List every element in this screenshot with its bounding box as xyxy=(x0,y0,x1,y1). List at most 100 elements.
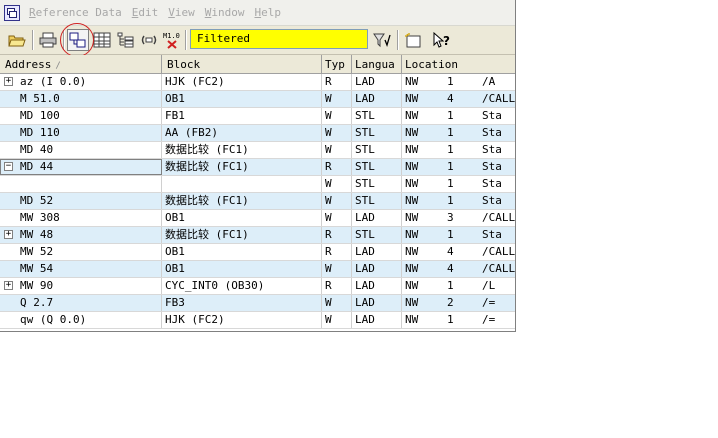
cell-location-network: NW xyxy=(405,109,419,122)
table-row[interactable]: MW 52 OB1 R LAD NW 4/CALL xyxy=(0,244,515,261)
table-row[interactable]: MD 40 数据比较 (FC1) W STL NW 1 Sta xyxy=(0,142,515,159)
cross-reference-table: Address / Block Typ Langua Location az (I… xyxy=(0,55,515,329)
cell-location-network: NW xyxy=(405,313,419,326)
print-button[interactable] xyxy=(37,29,59,51)
cell-typ: W xyxy=(322,91,352,107)
cell-block: OB1 xyxy=(162,91,322,107)
cell-location-detail: /= xyxy=(482,313,496,326)
menu-window[interactable]: Window xyxy=(200,6,250,19)
table-row[interactable]: qw (Q 0.0) HJK (FC2) W LAD NW 1 /= xyxy=(0,312,515,329)
cell-typ: W xyxy=(322,295,352,311)
open-folder-icon xyxy=(8,35,26,47)
help-icon: ? xyxy=(433,32,450,48)
menu-rest: iew xyxy=(174,6,195,19)
cell-location-number: 4 xyxy=(447,92,454,105)
new-window-button[interactable] xyxy=(402,29,424,51)
cell-language: STL xyxy=(352,159,402,175)
cell-location-detail: Sta xyxy=(482,126,502,139)
cell-typ: W xyxy=(322,312,352,328)
cell-address: MW 308 xyxy=(0,210,162,226)
collapse-icon[interactable]: − xyxy=(4,162,13,171)
no-symbol-button[interactable]: M1.0 xyxy=(161,29,183,51)
grid-icon xyxy=(93,32,111,48)
cell-language: STL xyxy=(352,142,402,158)
cell-location-detail: /L xyxy=(482,279,496,292)
table-row[interactable]: MW 54 OB1 W LAD NW 4/CALL xyxy=(0,261,515,278)
app-icon[interactable] xyxy=(4,4,20,21)
cell-language: LAD xyxy=(352,210,402,226)
svg-text:?: ? xyxy=(443,34,450,48)
cell-block: OB1 xyxy=(162,261,322,277)
cell-location-network: NW xyxy=(405,245,419,258)
table-row[interactable]: MW 90 CYC_INT0 (OB30) R LAD NW 1/L + xyxy=(0,278,515,295)
column-header-typ[interactable]: Typ xyxy=(322,55,352,73)
expand-icon[interactable]: + xyxy=(4,281,13,290)
cell-address: az (I 0.0) xyxy=(0,74,162,90)
cell-address: MW 48 xyxy=(0,227,162,243)
cross-reference-icon xyxy=(69,32,86,48)
cell-typ: R xyxy=(322,159,352,175)
cell-block: OB1 xyxy=(162,210,322,226)
table-row[interactable]: MD 100 FB1 W STL NW 1 Sta xyxy=(0,108,515,125)
expand-icon[interactable]: + xyxy=(4,230,13,239)
table-row[interactable]: MW 308 OB1 W LAD NW 3/CALL xyxy=(0,210,515,227)
filter-button[interactable] xyxy=(371,29,393,51)
cell-address: MW 90 xyxy=(0,278,162,294)
menu-edit[interactable]: Edit xyxy=(127,6,164,19)
menu-mnemonic: R xyxy=(29,6,36,19)
cell-location-detail: Sta xyxy=(482,194,502,207)
tree-view-button[interactable] xyxy=(115,29,137,51)
cell-language: STL xyxy=(352,193,402,209)
cross-reference-button[interactable] xyxy=(67,29,89,51)
cell-language: LAD xyxy=(352,278,402,294)
table-row[interactable]: az (I 0.0) HJK (FC2) R LAD NW 1/A + xyxy=(0,74,515,91)
table-row[interactable]: MD 44 数据比较 (FC1) R STL NW 1 Sta − xyxy=(0,159,515,176)
menu-bar: Reference Data Edit View Window Help xyxy=(0,0,515,26)
menu-reference-data[interactable]: Reference Data xyxy=(24,6,127,19)
menu-view[interactable]: View xyxy=(163,6,200,19)
column-header-address[interactable]: Address / xyxy=(0,55,162,73)
cell-language: LAD xyxy=(352,91,402,107)
table-row[interactable]: M 51.0 OB1 W LAD NW 4/CALL xyxy=(0,91,515,108)
column-header-language[interactable]: Langua xyxy=(352,55,402,73)
cell-block: 数据比较 (FC1) xyxy=(162,159,322,175)
cell-language: STL xyxy=(352,125,402,141)
toolbar: M1.0 Filtered ? xyxy=(0,26,515,55)
menu-rest: dit xyxy=(138,6,159,19)
cell-address: qw (Q 0.0) xyxy=(0,312,162,328)
toolbar-separator xyxy=(63,30,65,50)
menu-rest: eference Data xyxy=(35,6,122,19)
cell-typ: W xyxy=(322,193,352,209)
table-row[interactable]: MD 52 数据比较 (FC1) W STL NW 1 Sta xyxy=(0,193,515,210)
help-button[interactable]: ? xyxy=(431,29,453,51)
table-header: Address / Block Typ Langua Location xyxy=(0,55,515,74)
cell-block: CYC_INT0 (OB30) xyxy=(162,278,322,294)
cell-block: FB1 xyxy=(162,108,322,124)
filter-icon xyxy=(373,33,391,48)
expand-icon[interactable]: + xyxy=(4,77,13,86)
open-button[interactable] xyxy=(6,29,28,51)
table-row[interactable]: MD 110 AA (FB2) W STL NW 1 Sta xyxy=(0,125,515,142)
unused-symbols-icon xyxy=(141,35,157,45)
column-header-location[interactable]: Location xyxy=(402,55,515,73)
cell-location-number: 1 xyxy=(447,143,454,156)
cell-location-detail: Sta xyxy=(482,143,502,156)
cell-typ: W xyxy=(322,125,352,141)
cell-language: LAD xyxy=(352,74,402,90)
table-row[interactable]: Q 2.7 FB3 W LAD NW 2 /= xyxy=(0,295,515,312)
cell-location-number: 1 xyxy=(447,313,454,326)
column-header-block[interactable]: Block xyxy=(162,55,322,73)
print-icon xyxy=(39,32,57,48)
menu-help[interactable]: Help xyxy=(249,6,286,19)
cell-address: MD 40 xyxy=(0,142,162,158)
cell-location-network: NW xyxy=(405,211,419,224)
cell-typ: R xyxy=(322,227,352,243)
tree-icon xyxy=(117,32,134,48)
table-row[interactable]: W STL NW 1 Sta xyxy=(0,176,515,193)
toolbar-separator xyxy=(397,30,399,50)
unused-symbols-button[interactable] xyxy=(138,29,160,51)
grid-view-button[interactable] xyxy=(91,29,113,51)
filter-field[interactable]: Filtered xyxy=(190,29,368,49)
table-row[interactable]: MW 48 数据比较 (FC1) R STL NW 1 Sta + xyxy=(0,227,515,244)
cell-block: OB1 xyxy=(162,244,322,260)
